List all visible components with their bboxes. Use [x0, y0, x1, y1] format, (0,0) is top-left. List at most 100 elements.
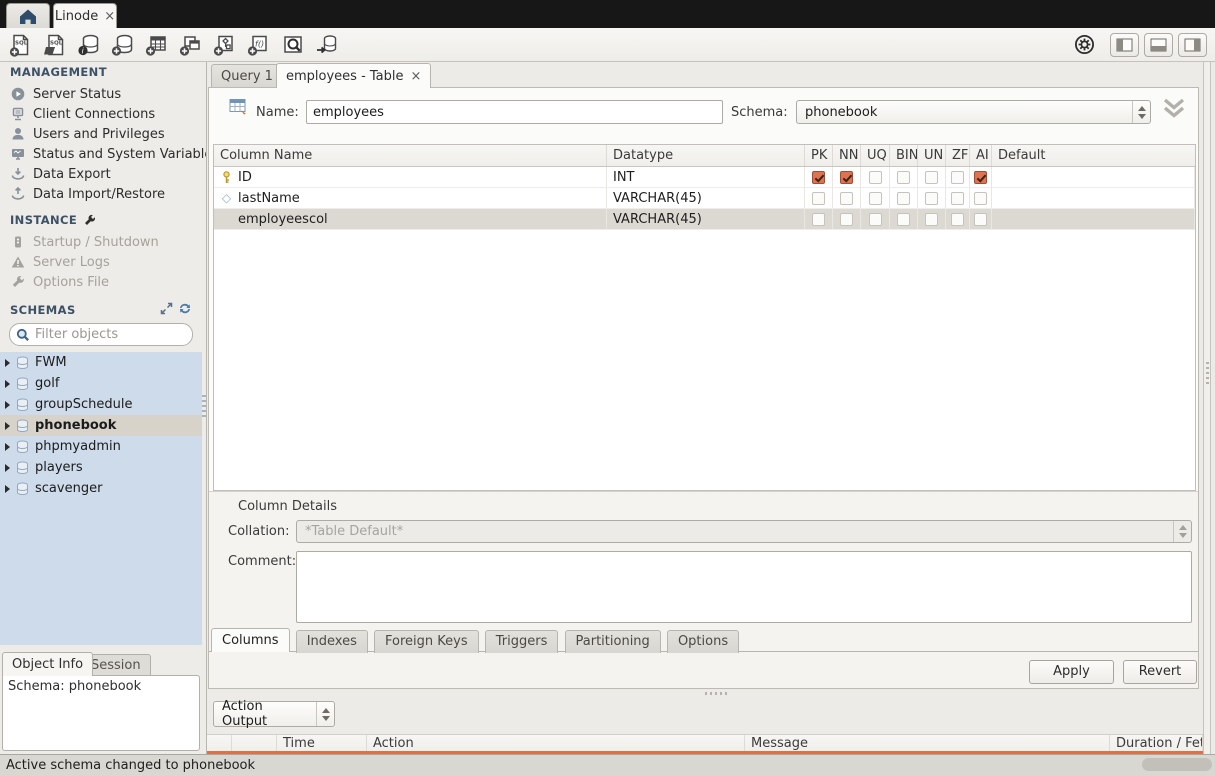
new-sql-tab-icon[interactable]: SQL [8, 32, 34, 58]
column-row-lastname[interactable]: ◇ lastName VARCHAR(45) [214, 188, 1195, 209]
expander-icon[interactable] [5, 464, 10, 472]
revert-button[interactable]: Revert [1123, 660, 1197, 684]
toggle-right-panel-button[interactable] [1178, 33, 1207, 57]
sidebar-splitter[interactable] [202, 395, 206, 417]
sidebar-item-status-system-variables[interactable]: Status and System Variables [0, 144, 207, 164]
tab-partitioning[interactable]: Partitioning [565, 630, 661, 653]
toggle-left-panel-button[interactable] [1110, 33, 1139, 57]
stepper-icon[interactable] [316, 702, 334, 726]
column-default[interactable] [992, 209, 1195, 229]
column-datatype[interactable]: VARCHAR(45) [607, 188, 805, 208]
header-datatype[interactable]: Datatype [607, 145, 805, 166]
output-selector[interactable]: Action Output [213, 701, 335, 727]
header-zf[interactable]: ZF [946, 145, 970, 166]
gear-badge-icon[interactable] [1071, 32, 1097, 58]
comment-textarea[interactable] [296, 551, 1192, 623]
output-header-action[interactable]: Action [367, 735, 745, 751]
uq-checkbox[interactable] [869, 192, 882, 205]
tab-columns[interactable]: Columns [211, 628, 290, 652]
sidebar-item-options-file[interactable]: Options File [0, 272, 207, 292]
refresh-schemas-icon[interactable] [178, 302, 192, 319]
schema-row-phonebook[interactable]: phonebook [0, 415, 202, 436]
sidebar-item-client-connections[interactable]: Client Connections [0, 104, 207, 124]
expand-schemas-icon[interactable] [160, 302, 173, 319]
table-name-input[interactable] [306, 100, 723, 124]
zf-checkbox[interactable] [951, 192, 964, 205]
column-row-employeescol[interactable]: employeescol VARCHAR(45) [214, 209, 1195, 230]
close-icon[interactable]: × [411, 69, 422, 84]
expander-icon[interactable] [5, 422, 10, 430]
nn-checkbox[interactable] [840, 192, 853, 205]
schema-inspector-icon[interactable]: i [76, 32, 102, 58]
tab-object-info[interactable]: Object Info [2, 652, 93, 676]
ai-checkbox[interactable] [974, 171, 987, 184]
apply-button[interactable]: Apply [1029, 660, 1114, 684]
ai-checkbox[interactable] [974, 213, 987, 226]
collapse-header-chevron-icon[interactable] [1161, 96, 1187, 124]
output-splitter[interactable] [207, 689, 1203, 698]
header-column-name[interactable]: Column Name [214, 145, 607, 166]
header-nn[interactable]: NN [833, 145, 861, 166]
schema-select[interactable]: phonebook [796, 100, 1151, 124]
stepper-icon[interactable] [1173, 521, 1191, 542]
toggle-bottom-panel-button[interactable] [1144, 33, 1173, 57]
uq-checkbox[interactable] [869, 171, 882, 184]
sidebar-item-data-export[interactable]: Data Export [0, 164, 207, 184]
schema-row-scavenger[interactable]: scavenger [0, 478, 202, 499]
column-default[interactable] [992, 188, 1195, 208]
horizontal-scrollbar[interactable] [1142, 758, 1212, 771]
bin-checkbox[interactable] [897, 213, 910, 226]
un-checkbox[interactable] [925, 171, 938, 184]
schema-row-groupschedule[interactable]: groupSchedule [0, 394, 202, 415]
column-datatype[interactable]: VARCHAR(45) [607, 209, 805, 229]
sidebar-item-data-import[interactable]: Data Import/Restore [0, 184, 207, 204]
nn-checkbox[interactable] [840, 213, 853, 226]
output-header-message[interactable]: Message [745, 735, 1110, 751]
bin-checkbox[interactable] [897, 192, 910, 205]
tab-triggers[interactable]: Triggers [485, 630, 559, 653]
header-default[interactable]: Default [992, 145, 1195, 166]
search-data-icon[interactable] [280, 32, 306, 58]
zf-checkbox[interactable] [951, 213, 964, 226]
ai-checkbox[interactable] [974, 192, 987, 205]
output-header-duration[interactable]: Duration / Fetch [1110, 735, 1203, 751]
collation-select[interactable]: *Table Default* [296, 520, 1192, 543]
column-datatype[interactable]: INT [607, 167, 805, 187]
sidebar-item-server-status[interactable]: Server Status [0, 84, 207, 104]
reconnect-dbms-icon[interactable] [314, 32, 340, 58]
expander-icon[interactable] [5, 443, 10, 451]
home-tab[interactable] [6, 3, 50, 28]
expander-icon[interactable] [5, 380, 10, 388]
column-row-id[interactable]: ID INT [214, 167, 1195, 188]
header-pk[interactable]: PK [805, 145, 833, 166]
output-header-time[interactable]: Time [277, 735, 367, 751]
sidebar-item-startup-shutdown[interactable]: Startup / Shutdown [0, 232, 207, 252]
open-sql-script-icon[interactable]: SQL [42, 32, 68, 58]
un-checkbox[interactable] [925, 192, 938, 205]
expander-icon[interactable] [5, 485, 10, 493]
zf-checkbox[interactable] [951, 171, 964, 184]
create-procedure-icon[interactable] [212, 32, 238, 58]
expander-icon[interactable] [5, 359, 10, 367]
sidebar-item-server-logs[interactable]: Server Logs [0, 252, 207, 272]
tab-indexes[interactable]: Indexes [296, 630, 368, 653]
create-function-icon[interactable]: f() [246, 32, 272, 58]
create-schema-icon[interactable] [110, 32, 136, 58]
schema-row-phpmyadmin[interactable]: phpmyadmin [0, 436, 202, 457]
schema-filter-input[interactable] [35, 327, 165, 342]
schema-row-golf[interactable]: golf [0, 373, 202, 394]
nn-checkbox[interactable] [840, 171, 853, 184]
create-table-icon[interactable] [144, 32, 170, 58]
pk-checkbox[interactable] [812, 213, 825, 226]
tab-options[interactable]: Options [667, 630, 739, 653]
schema-row-players[interactable]: players [0, 457, 202, 478]
pk-checkbox[interactable] [812, 171, 825, 184]
tab-foreign-keys[interactable]: Foreign Keys [374, 630, 479, 653]
column-default[interactable] [992, 167, 1195, 187]
connection-tab[interactable]: Linode × [53, 3, 117, 28]
schema-row-fwm[interactable]: FWM [0, 352, 202, 373]
bin-checkbox[interactable] [897, 171, 910, 184]
pk-checkbox[interactable] [812, 192, 825, 205]
header-un[interactable]: UN [918, 145, 946, 166]
create-view-icon[interactable] [178, 32, 204, 58]
